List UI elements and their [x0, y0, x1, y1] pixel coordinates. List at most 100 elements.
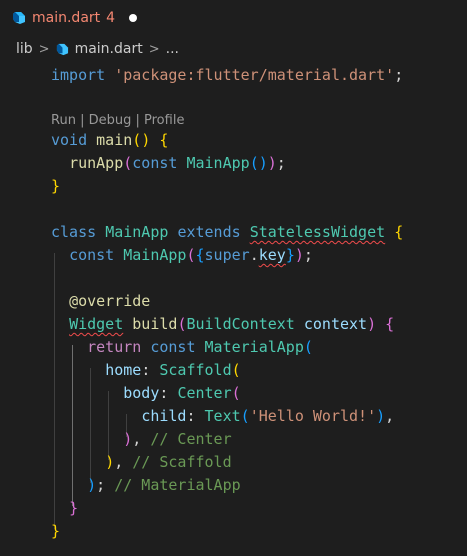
code-line-child: child: Text('Hello World!'), — [51, 405, 394, 428]
code-token: , — [114, 453, 133, 471]
code-token: ( — [186, 246, 196, 264]
code-token: } — [69, 499, 79, 517]
code-line-build: Widget build(BuildContext context) { — [51, 313, 394, 336]
code-token: { — [159, 131, 169, 149]
code-token: BuildContext — [186, 315, 295, 333]
tab-main-dart[interactable]: main.dart 4 — [0, 0, 138, 36]
code-token: StatelessWidget — [249, 223, 386, 241]
problem-count-badge: 4 — [106, 10, 116, 26]
dart-icon — [56, 43, 68, 55]
dart-icon — [13, 12, 25, 24]
code-line-build-close: } — [51, 497, 78, 520]
breadcrumb-folder[interactable]: lib — [16, 41, 33, 57]
codelens: Run | Debug | Profile — [51, 112, 184, 130]
code-token: const — [150, 338, 196, 356]
code-token: { — [195, 246, 205, 264]
code-token: ; — [96, 476, 115, 494]
codelens-debug[interactable]: Debug — [89, 113, 132, 128]
code-token: @override — [69, 292, 151, 310]
code-line-class-close: } — [51, 520, 60, 543]
code-token: ) — [141, 131, 151, 149]
code-line-constructor: const MainApp({super.key}); — [51, 244, 313, 267]
code-token: Text — [204, 407, 241, 425]
code-token: ; — [276, 154, 286, 172]
code-editor[interactable]: import 'package:flutter/material.dart'; … — [0, 60, 467, 556]
code-token: , — [132, 430, 151, 448]
code-token: ( — [231, 361, 241, 379]
code-token: context — [303, 315, 368, 333]
code-token: ) — [376, 407, 386, 425]
code-token: ) — [258, 154, 268, 172]
breadcrumb-more[interactable]: ... — [166, 41, 179, 57]
code-line-main: void main() { — [51, 129, 168, 152]
code-token: 'package:flutter/material.dart' — [114, 66, 395, 84]
code-token: main — [96, 131, 133, 149]
code-token: home — [105, 361, 142, 379]
editor-tab-bar: main.dart 4 — [0, 0, 467, 36]
code-line-materialapp-close: ); // MaterialApp — [51, 474, 241, 497]
code-line-override: @override — [51, 290, 150, 313]
code-token: ) — [123, 430, 133, 448]
code-line-home: home: Scaffold( — [51, 359, 241, 382]
codelens-sep: | — [75, 113, 89, 128]
codelens-sep: | — [131, 113, 145, 128]
code-token: build — [132, 315, 178, 333]
code-token: return — [87, 338, 142, 356]
code-line-import: import 'package:flutter/material.dart'; — [51, 64, 403, 87]
code-token: import — [51, 66, 106, 84]
code-token: class — [51, 223, 97, 241]
code-line-class: class MainApp extends StatelessWidget { — [51, 221, 403, 244]
code-token: { — [385, 315, 395, 333]
code-token: super — [204, 246, 250, 264]
code-line-close: } — [51, 175, 60, 198]
unsaved-dot-icon[interactable] — [129, 14, 138, 22]
code-token: : — [141, 361, 160, 379]
code-token: MaterialApp — [204, 338, 304, 356]
code-token: key — [258, 246, 286, 264]
code-token: ( — [132, 131, 142, 149]
codelens-profile[interactable]: Profile — [144, 113, 184, 128]
code-token: , — [385, 407, 395, 425]
code-token: ( — [231, 384, 241, 402]
code-token: } — [51, 522, 61, 540]
code-token: child — [141, 407, 187, 425]
code-token: 'Hello World!' — [249, 407, 377, 425]
code-token: ) — [105, 453, 115, 471]
code-line-body: body: Center( — [51, 382, 241, 405]
code-token: body — [123, 384, 160, 402]
code-token: : — [186, 407, 205, 425]
code-token: ) — [367, 315, 377, 333]
code-token: { — [394, 223, 404, 241]
code-token: ) — [87, 476, 97, 494]
code-token: MainApp — [123, 246, 187, 264]
breadcrumb-file-label: main.dart — [74, 41, 143, 57]
code-token: extends — [177, 223, 241, 241]
code-token: ( — [240, 407, 250, 425]
code-token: . — [249, 246, 259, 264]
codelens-run[interactable]: Run — [51, 113, 76, 128]
code-token: // Scaffold — [132, 453, 232, 471]
code-token: void — [51, 131, 88, 149]
code-token: // Center — [150, 430, 232, 448]
code-token: const — [132, 154, 178, 172]
breadcrumb-file[interactable]: main.dart — [56, 41, 143, 57]
code-line-return: return const MaterialApp( — [51, 336, 313, 359]
code-token: runApp — [69, 154, 124, 172]
code-token: Widget — [69, 315, 124, 333]
